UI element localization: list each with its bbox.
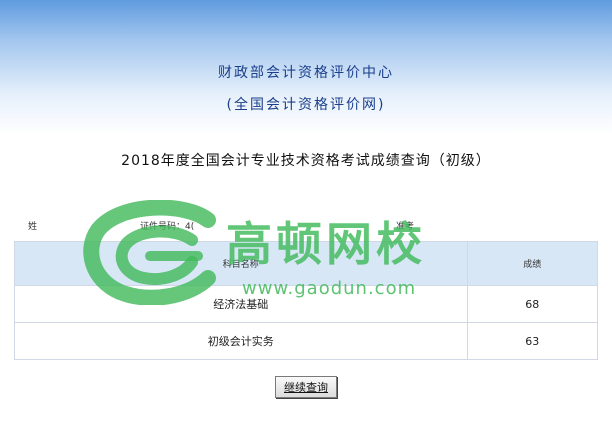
table-row: 初级会计实务 63 — [14, 322, 599, 360]
org-name: 财政部会计资格评价中心 — [218, 65, 394, 81]
org-subtitle: (全国会计资格评价网) — [226, 97, 386, 113]
page-title: 2018年度全国会计专业技术资格考试成绩查询（初级） — [121, 153, 491, 169]
candidate-name-label: 姓 — [28, 222, 38, 232]
score-cell: 68 — [466, 285, 599, 323]
candidate-exam-no-label: 准考 — [396, 222, 415, 232]
table-row: 经济法基础 68 — [14, 285, 599, 323]
continue-query-button[interactable]: 继续查询 — [275, 376, 337, 398]
candidate-id-label: 证件号码：4( — [140, 222, 195, 232]
score-cell: 63 — [466, 322, 599, 360]
table-header-row: 科目名称 成绩 — [14, 241, 599, 286]
score-table: 科目名称 成绩 经济法基础 68 初级会计实务 63 — [14, 241, 599, 360]
subject-cell: 初级会计实务 — [14, 322, 468, 360]
subject-column-header: 科目名称 — [14, 241, 468, 286]
score-column-header: 成绩 — [466, 241, 599, 286]
subject-cell: 经济法基础 — [14, 285, 468, 323]
